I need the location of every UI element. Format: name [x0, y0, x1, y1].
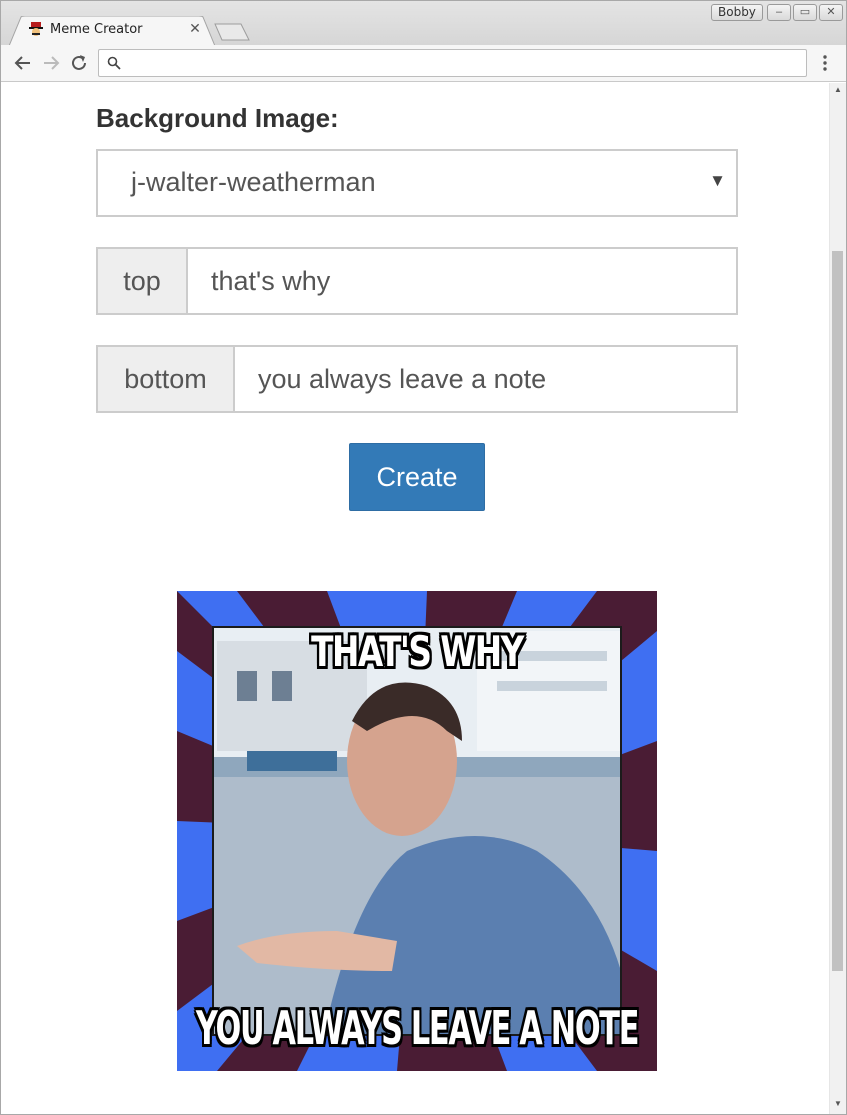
- dropdown-caret-icon: ▼: [709, 171, 726, 190]
- bottom-text-input[interactable]: [258, 347, 728, 411]
- tab-close-icon[interactable]: ✕: [187, 20, 203, 36]
- bottom-text-group: bottom: [96, 345, 738, 413]
- top-text-input[interactable]: [211, 249, 731, 313]
- scroll-thumb[interactable]: [832, 251, 843, 971]
- browser-window: Meme Creator ✕ Bobby – ▭ ✕ Background Im…: [0, 0, 847, 1115]
- background-image-select[interactable]: j-walter-weatherman ▼: [96, 149, 738, 217]
- vertical-scrollbar[interactable]: ▲ ▼: [829, 83, 846, 1114]
- meme-image: THAT'S WHY YOU ALWAYS LEAVE A NOTE: [177, 591, 657, 1071]
- bottom-label: bottom: [98, 347, 235, 411]
- title-bar: Meme Creator ✕ Bobby – ▭ ✕: [1, 1, 846, 46]
- meme-top-text: THAT'S WHY: [310, 626, 525, 677]
- background-image-selected: j-walter-weatherman: [131, 167, 376, 197]
- address-bar[interactable]: [98, 49, 807, 77]
- new-tab-button[interactable]: [214, 23, 250, 41]
- meme-favicon-icon: [29, 22, 43, 36]
- background-image-label: Background Image:: [96, 103, 339, 133]
- top-text-group: top: [96, 247, 738, 315]
- maximize-icon[interactable]: ▭: [793, 4, 817, 21]
- close-window-icon[interactable]: ✕: [819, 4, 843, 21]
- search-icon: [107, 56, 121, 70]
- meme-bottom-text: YOU ALWAYS LEAVE A NOTE: [195, 1000, 640, 1056]
- menu-dots-icon[interactable]: [817, 53, 833, 73]
- top-label: top: [98, 249, 188, 313]
- minimize-icon[interactable]: –: [767, 4, 791, 21]
- forward-arrow-icon[interactable]: [39, 51, 63, 75]
- browser-toolbar: [1, 45, 846, 82]
- reload-icon[interactable]: [67, 51, 91, 75]
- create-button[interactable]: Create: [349, 443, 485, 511]
- back-arrow-icon[interactable]: [11, 51, 35, 75]
- profile-badge[interactable]: Bobby: [711, 4, 763, 21]
- url-input[interactable]: [127, 53, 797, 73]
- page-viewport: Background Image: j-walter-weatherman ▼ …: [1, 83, 829, 1114]
- scroll-down-icon[interactable]: ▼: [833, 1099, 843, 1109]
- scroll-up-icon[interactable]: ▲: [833, 85, 843, 95]
- tab-title: Meme Creator: [50, 22, 143, 37]
